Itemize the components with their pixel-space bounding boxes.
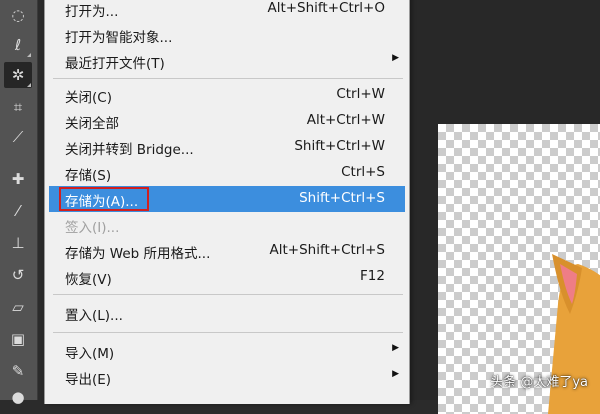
menu-item-label: 关闭全部 [65, 116, 119, 132]
menu-item-label: 导入(M) [65, 346, 115, 362]
lasso-glyph: ℓ [14, 35, 22, 54]
menu-item-check-in[interactable]: 签入(I)... [49, 212, 405, 238]
dodge-glyph: ● [11, 387, 25, 406]
menu-item-save-for-web[interactable]: 存储为 Web 所用格式... Alt+Shift+Ctrl+S [49, 238, 405, 264]
submenu-arrow-icon: ▶ [392, 369, 399, 379]
menu-separator [53, 78, 403, 79]
menu-item-shortcut: Alt+Shift+Ctrl+S [269, 242, 386, 258]
file-menu-dropdown: 打开为... Alt+Shift+Ctrl+O 打开为智能对象... 最近打开文… [44, 0, 410, 404]
menu-item-label: 关闭(C) [65, 90, 112, 106]
tool-group-corner-icon [27, 53, 31, 57]
menu-item-shortcut: Ctrl+S [341, 164, 385, 180]
crop-glyph: ⌗ [13, 97, 23, 116]
menu-item-label: 存储为(A)... [65, 194, 139, 210]
menu-item-export[interactable]: 导出(E) ▶ [49, 364, 405, 390]
menu-item-shortcut: Ctrl+W [336, 86, 385, 102]
crop-icon[interactable]: ⌗ [4, 94, 32, 120]
clone-stamp-icon[interactable]: ⊥ [4, 230, 32, 256]
eyedropper-icon[interactable]: ⟋ [4, 124, 32, 150]
menu-item-close-all[interactable]: 关闭全部 Alt+Ctrl+W [49, 108, 405, 134]
menu-item-close-and-go-to-bridge[interactable]: 关闭并转到 Bridge... Shift+Ctrl+W [49, 134, 405, 160]
menu-item-label: 最近打开文件(T) [65, 56, 165, 72]
menu-item-label: 存储为 Web 所用格式... [65, 246, 211, 262]
menu-separator [53, 332, 403, 333]
menu-item-label: 打开为智能对象... [65, 30, 173, 46]
menu-item-label: 导出(E) [65, 372, 112, 388]
menu-item-save[interactable]: 存储(S) Ctrl+S [49, 160, 405, 186]
menu-separator [53, 294, 403, 295]
menu-item-recent-files[interactable]: 最近打开文件(T) ▶ [49, 48, 405, 74]
menu-item-shortcut: F12 [360, 268, 385, 284]
menu-item-label: 签入(I)... [65, 220, 120, 236]
menu-item-open-as[interactable]: 打开为... Alt+Shift+Ctrl+O [49, 0, 405, 22]
menu-item-shortcut: Alt+Ctrl+W [306, 112, 385, 128]
magic-wand-glyph: ✲ [11, 65, 25, 84]
menu-item-shortcut: Shift+Ctrl+W [294, 138, 385, 154]
menu-item-label: 关闭并转到 Bridge... [65, 142, 194, 158]
menu-item-label: 打开为... [65, 4, 119, 20]
blur-glyph: ✎ [11, 361, 25, 380]
lasso-icon[interactable]: ℓ [4, 32, 32, 58]
menu-item-close[interactable]: 关闭(C) Ctrl+W [49, 82, 405, 108]
menu-item-save-as[interactable]: 存储为(A)... Shift+Ctrl+S [49, 186, 405, 212]
marquee-glyph: ◌ [11, 5, 25, 24]
magic-wand-icon[interactable]: ✲ [4, 62, 32, 88]
history-brush-glyph: ↺ [11, 265, 25, 284]
blur-icon[interactable]: ✎ [4, 358, 32, 384]
menu-item-label: 置入(L)... [65, 308, 123, 324]
watermark: 头条 @太难了ya [490, 375, 588, 390]
menu-item-shortcut: Shift+Ctrl+S [299, 190, 385, 206]
menu-item-place[interactable]: 置入(L)... [49, 300, 405, 326]
eyedropper-glyph: ⟋ [12, 127, 24, 146]
submenu-arrow-icon: ▶ [392, 53, 399, 63]
menu-item-shortcut: Alt+Shift+Ctrl+O [267, 0, 385, 16]
marquee-icon[interactable]: ◌ [4, 2, 32, 28]
eraser-glyph: ▱ [12, 297, 24, 316]
menu-item-import[interactable]: 导入(M) ▶ [49, 338, 405, 364]
brush-glyph: ⁄ [16, 201, 20, 220]
gradient-glyph: ▣ [10, 329, 26, 348]
history-brush-icon[interactable]: ↺ [4, 262, 32, 288]
document-area: 头条 @太难了ya [408, 0, 600, 414]
dodge-icon[interactable]: ● [4, 384, 32, 410]
eraser-icon[interactable]: ▱ [4, 294, 32, 320]
healing-brush-glyph: ✚ [11, 169, 25, 188]
tool-group-corner-icon [27, 83, 31, 87]
clone-stamp-glyph: ⊥ [11, 233, 25, 252]
healing-brush-icon[interactable]: ✚ [4, 166, 32, 192]
menu-item-label: 存储(S) [65, 168, 112, 184]
menu-item-open-as-smart-object[interactable]: 打开为智能对象... [49, 22, 405, 48]
menu-item-revert[interactable]: 恢复(V) F12 [49, 264, 405, 290]
submenu-arrow-icon: ▶ [392, 343, 399, 353]
gradient-icon[interactable]: ▣ [4, 326, 32, 352]
brush-icon[interactable]: ⁄ [4, 198, 32, 224]
menu-item-label: 恢复(V) [65, 272, 112, 288]
fox-illustration [548, 254, 600, 414]
tool-bar: ◌ ℓ ✲ ⌗ ⟋ ✚ ⁄ ⊥ ↺ ▱ ▣ ✎ ● [0, 0, 38, 404]
